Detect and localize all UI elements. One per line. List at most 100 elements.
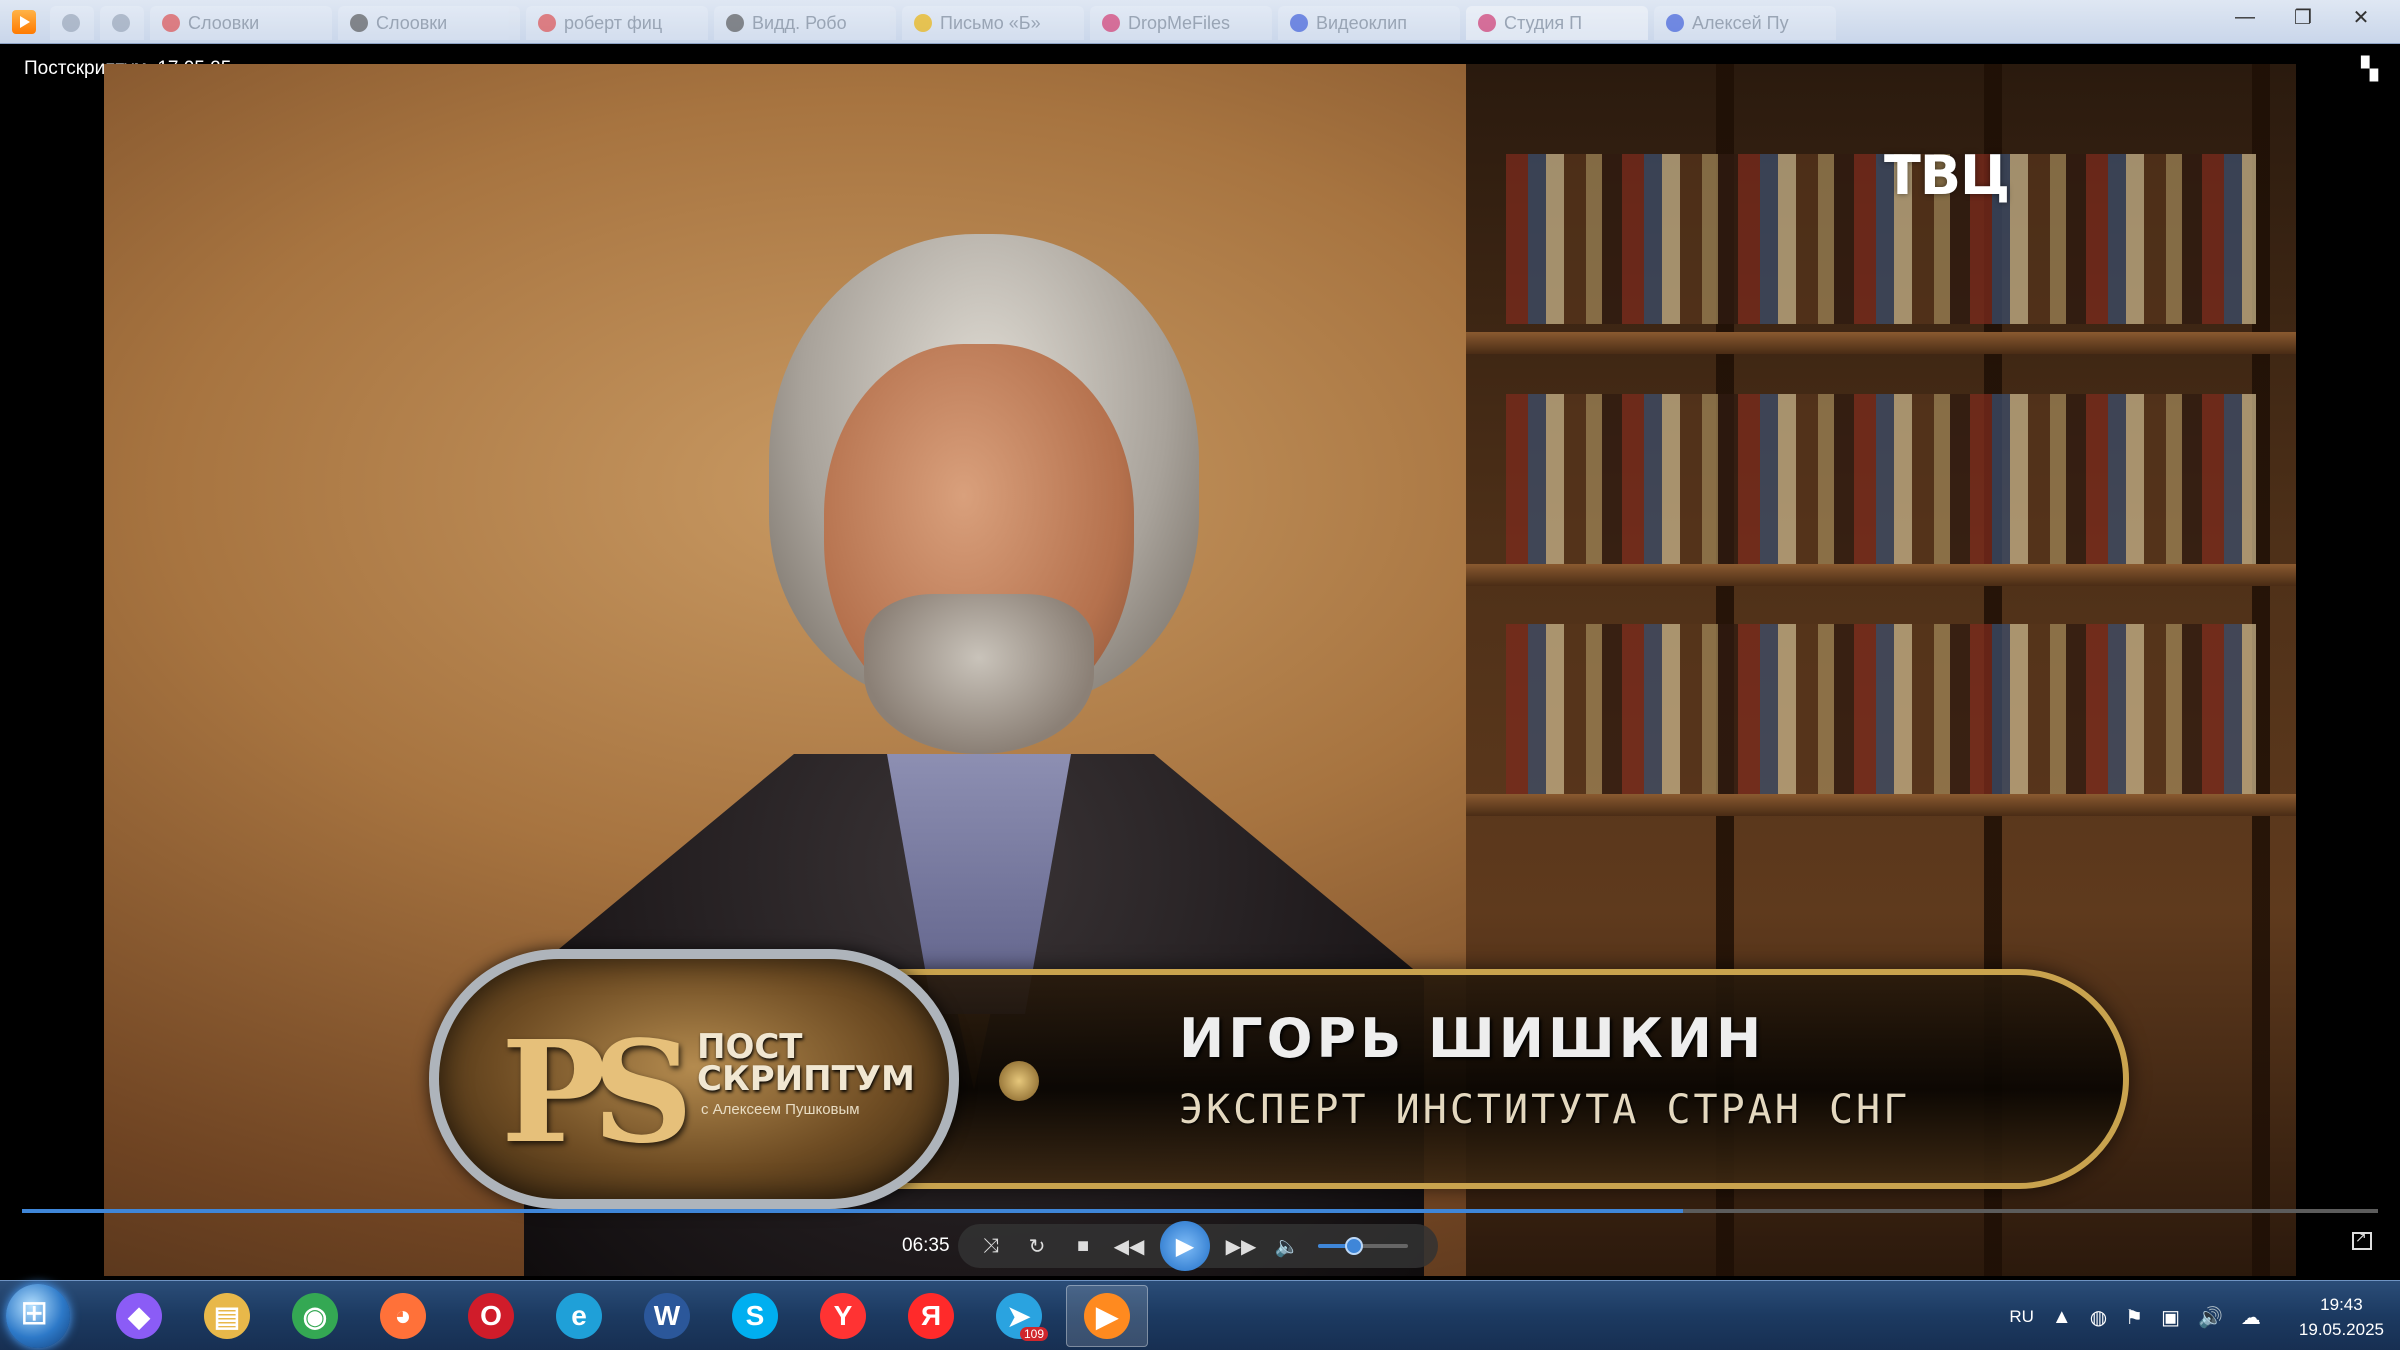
media-player-app-icon[interactable] xyxy=(12,10,36,34)
chrome-icon: ◉ xyxy=(292,1293,338,1339)
browser-tab[interactable]: Студия П xyxy=(1466,6,1648,40)
taskbar-app-yandex[interactable]: Я xyxy=(890,1285,972,1347)
taskbar-app-yandex-browser[interactable]: Y xyxy=(802,1285,884,1347)
stop-icon[interactable]: ■ xyxy=(1068,1231,1098,1261)
action-center-flag-icon[interactable]: ⚑ xyxy=(2125,1305,2143,1330)
shelf-board xyxy=(1466,564,2296,586)
window-controls: — ❐ ✕ xyxy=(2216,2,2390,32)
book-row xyxy=(1506,394,2256,564)
word-icon: W xyxy=(644,1293,690,1339)
taskbar-app-firefox[interactable]: ◕ xyxy=(362,1285,444,1347)
tab-label: Видеоклип xyxy=(1316,12,1407,33)
maximize-button[interactable]: ❐ xyxy=(2274,2,2332,32)
tab-favicon-icon xyxy=(726,14,744,32)
start-button[interactable] xyxy=(6,1284,70,1348)
seek-bar-fill xyxy=(22,1209,1683,1213)
channel-logo: ТВЦ xyxy=(1884,144,2010,207)
shelf-board xyxy=(1466,332,2296,354)
shuffle-icon[interactable]: ⤨ xyxy=(976,1231,1006,1261)
tab-favicon-icon xyxy=(162,14,180,32)
mini-mode-icon[interactable] xyxy=(2352,1229,2372,1250)
show-logo-mark: PS xyxy=(501,1011,693,1175)
taskbar-app-skype[interactable]: S xyxy=(714,1285,796,1347)
tab-favicon-icon xyxy=(538,14,556,32)
close-button[interactable]: ✕ xyxy=(2332,2,2390,32)
current-time: 06:35 xyxy=(902,1235,950,1256)
tab-favicon-icon xyxy=(350,14,368,32)
network-icon[interactable]: ▣ xyxy=(2161,1305,2180,1330)
repeat-icon[interactable]: ↻ xyxy=(1022,1231,1052,1261)
yandex-browser-icon: Y xyxy=(820,1293,866,1339)
input-language[interactable]: RU xyxy=(2009,1307,2034,1327)
seek-bar[interactable] xyxy=(22,1209,2378,1213)
tray-expand-icon[interactable]: ▲ xyxy=(2052,1306,2072,1329)
browser-tab[interactable] xyxy=(100,6,144,40)
book-row xyxy=(1506,624,2256,794)
explorer-icon: ▤ xyxy=(204,1293,250,1339)
playback-controls: ⤨ ↻ ■ ◀◀ ▶ ▶▶ 🔈 xyxy=(958,1221,1438,1271)
clock[interactable]: 19:43 19.05.2025 xyxy=(2299,1292,2384,1342)
browser-tab[interactable]: Письмо «Б» xyxy=(902,6,1084,40)
fast-forward-icon[interactable]: ▶▶ xyxy=(1226,1231,1257,1261)
volume-icon[interactable]: 🔈 xyxy=(1272,1231,1302,1261)
browser-titlebar: Слоовки Слоовки роберт фиц Видд. Робо Письмо… xyxy=(0,0,2400,44)
playlist-toggle-icon[interactable]: ▚ xyxy=(2361,56,2378,82)
tab-label: Слоовки xyxy=(376,12,448,33)
tab-favicon-icon xyxy=(1666,14,1684,32)
browser-tab[interactable]: Слоовки xyxy=(338,6,520,40)
browser-tab[interactable] xyxy=(50,6,94,40)
taskbar-app-opera[interactable]: O xyxy=(450,1285,532,1347)
rewind-icon[interactable]: ◀◀ xyxy=(1114,1231,1145,1261)
browser-tab[interactable]: DropMeFiles xyxy=(1090,6,1272,40)
minimize-button[interactable]: — xyxy=(2216,2,2274,32)
taskbar-app-telegram[interactable]: ➤ 109 xyxy=(978,1285,1060,1347)
taskbar-app-edge[interactable]: e xyxy=(538,1285,620,1347)
taskbar-app-alice[interactable]: ◆ xyxy=(98,1285,180,1347)
show-title-line2: СКРИПТУМ xyxy=(697,1059,915,1099)
notification-badge: 109 xyxy=(1019,1327,1048,1341)
video-frame[interactable]: ТВЦ PS ПОСТ СКРИПТУМ с Алексеем Пушковым… xyxy=(104,64,2296,1276)
play-icon[interactable]: ▶ xyxy=(1160,1221,1210,1271)
tab-label: Видд. Робо xyxy=(752,12,847,33)
video-player[interactable]: Постскриптум. 17.05.25 ▚ ТВЦ PS xyxy=(0,44,2400,1280)
taskbar-app-media-player[interactable]: ▶ xyxy=(1066,1285,1148,1347)
speaker-role: ЭКСПЕРТ ИНСТИТУТА СТРАН СНГ xyxy=(1179,1087,1911,1133)
browser-tab[interactable]: Видд. Робо xyxy=(714,6,896,40)
tab-favicon-icon xyxy=(1102,14,1120,32)
tab-label: роберт фиц xyxy=(564,12,663,33)
browser-tab[interactable]: Видеоклип xyxy=(1278,6,1460,40)
antivirus-icon[interactable]: ◍ xyxy=(2090,1305,2107,1330)
tab-favicon-icon xyxy=(1478,14,1496,32)
show-host: с Алексеем Пушковым xyxy=(701,1101,860,1118)
tab-label: Алексей Пу xyxy=(1692,12,1789,33)
tab-label: Слоовки xyxy=(188,12,260,33)
tab-favicon-icon xyxy=(914,14,932,32)
volume-slider[interactable] xyxy=(1318,1237,1408,1255)
book-row xyxy=(1506,154,2256,324)
volume-slider-thumb[interactable] xyxy=(1345,1237,1363,1255)
channel-logo-text: ТВЦ xyxy=(1884,144,2010,207)
lower-third-caption: PS ПОСТ СКРИПТУМ с Алексеем Пушковым ИГО… xyxy=(349,949,2159,1209)
taskbar-app-word[interactable]: W xyxy=(626,1285,708,1347)
caption-knob xyxy=(999,1061,1039,1101)
beard xyxy=(864,594,1094,754)
taskbar-app-chrome[interactable]: ◉ xyxy=(274,1285,356,1347)
firefox-icon: ◕ xyxy=(380,1293,426,1339)
tab-strip: Слоовки Слоовки роберт фиц Видд. Робо Письмо… xyxy=(50,6,1836,42)
media-player-icon: ▶ xyxy=(1084,1293,1130,1339)
taskbar-app-explorer[interactable]: ▤ xyxy=(186,1285,268,1347)
speaker-icon[interactable]: 🔊 xyxy=(2198,1305,2223,1330)
alice-icon: ◆ xyxy=(116,1293,162,1339)
yandex-icon: Я xyxy=(908,1293,954,1339)
show-badge: PS ПОСТ СКРИПТУМ с Алексеем Пушковым xyxy=(429,949,959,1209)
browser-tab[interactable]: роберт фиц xyxy=(526,6,708,40)
tab-label: Студия П xyxy=(1504,12,1583,33)
tab-label: Письмо «Б» xyxy=(940,12,1041,33)
browser-tab[interactable]: Слоовки xyxy=(150,6,332,40)
opera-icon: O xyxy=(468,1293,514,1339)
cloud-sync-icon[interactable]: ☁ xyxy=(2241,1305,2261,1330)
browser-tab[interactable]: Алексей Пу xyxy=(1654,6,1836,40)
taskbar: ◆ ▤ ◉ ◕ OeWSYЯ ➤109 ▶ RU ▲ ◍ ⚑ ▣ 🔊 ☁ 19:43 19.… xyxy=(0,1280,2400,1350)
system-tray: RU ▲ ◍ ⚑ ▣ 🔊 ☁ 19:43 19.05.2025 xyxy=(2009,1289,2384,1345)
tab-favicon-icon xyxy=(1290,14,1308,32)
